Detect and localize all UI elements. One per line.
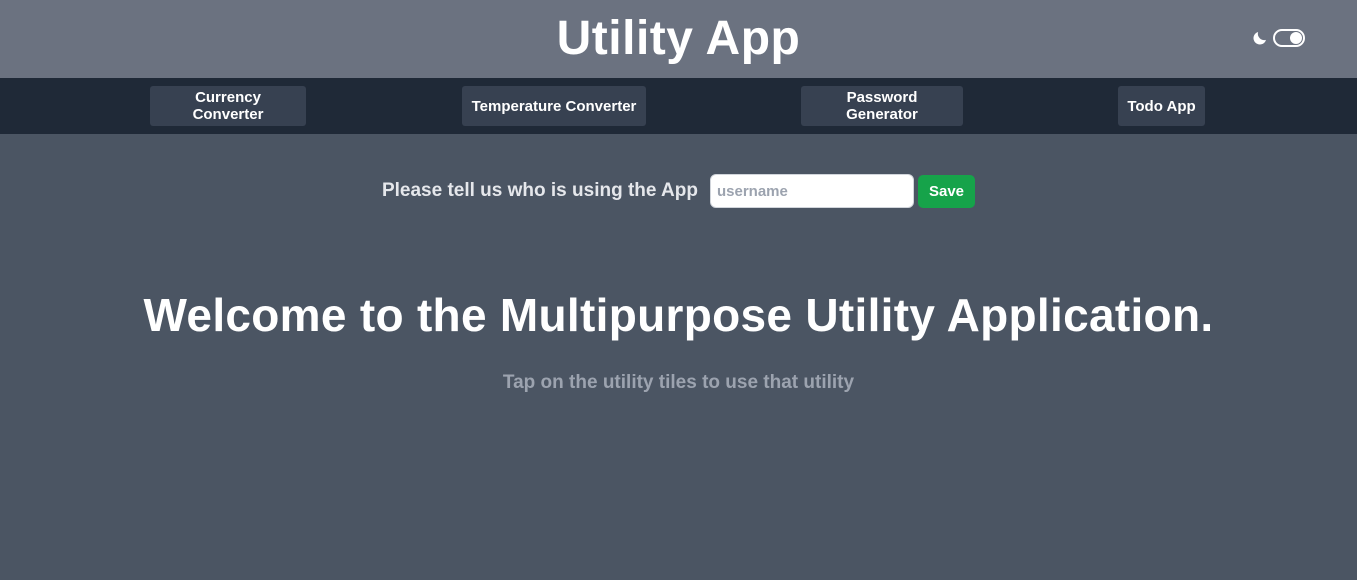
- user-form: Please tell us who is using the App Save: [0, 174, 1357, 208]
- moon-icon: [1253, 32, 1266, 45]
- username-input[interactable]: [709, 174, 914, 208]
- toggle-knob: [1290, 32, 1302, 44]
- nav-currency-converter[interactable]: Currency Converter: [150, 86, 306, 126]
- nav-password-generator[interactable]: Password Generator: [801, 86, 963, 126]
- app-header: Utility App: [0, 0, 1357, 78]
- save-button[interactable]: Save: [917, 174, 976, 208]
- theme-toggle-group: [1251, 29, 1305, 47]
- nav-temperature-converter[interactable]: Temperature Converter: [462, 86, 646, 126]
- app-title: Utility App: [556, 12, 801, 65]
- nav-todo-app[interactable]: Todo App: [1118, 86, 1205, 126]
- dark-mode-toggle[interactable]: [1273, 29, 1305, 47]
- user-prompt-label: Please tell us who is using the App: [381, 180, 698, 201]
- welcome-heading: Welcome to the Multipurpose Utility Appl…: [143, 289, 1214, 341]
- utility-navbar: Currency Converter Temperature Converter…: [0, 78, 1357, 134]
- welcome-subtitle: Tap on the utility tiles to use that uti…: [502, 372, 855, 393]
